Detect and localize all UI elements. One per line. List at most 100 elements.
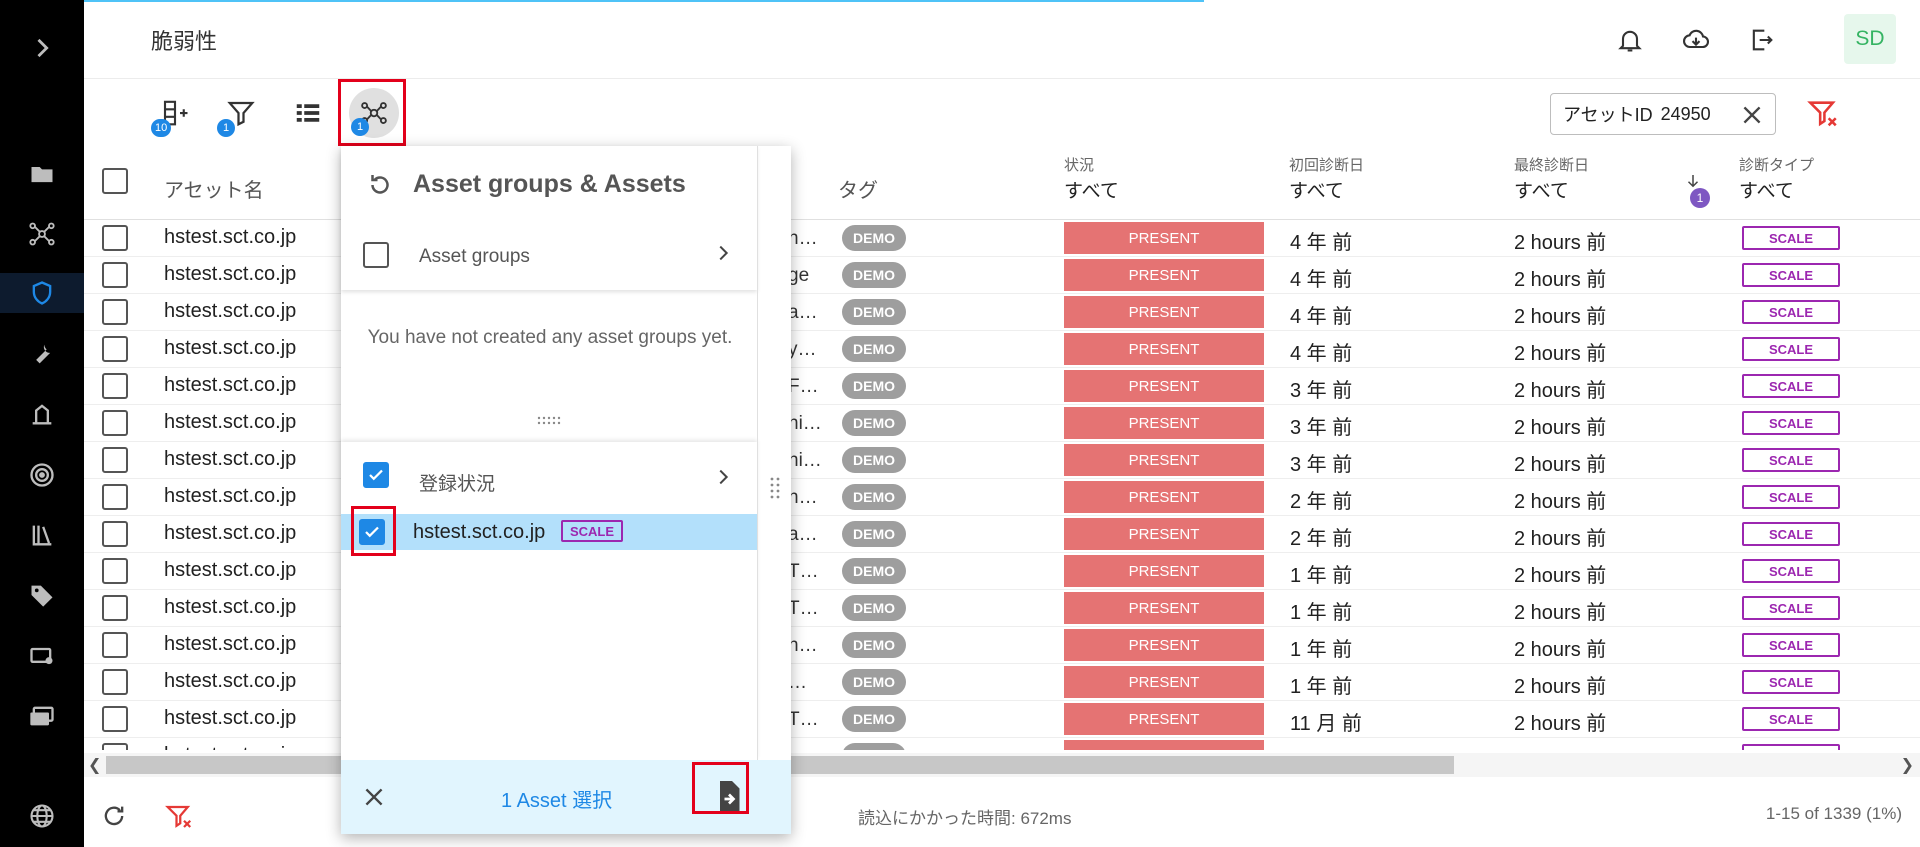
- row-checkbox[interactable]: [102, 262, 128, 288]
- row-checkbox[interactable]: [102, 669, 128, 695]
- column-last-diagnosis-filter[interactable]: すべて: [1514, 176, 1569, 203]
- truncated-cell: T…: [788, 709, 819, 730]
- resize-grip-icon[interactable]: [769, 476, 781, 502]
- last-diagnosis-cell: 2 hours 前: [1514, 417, 1607, 439]
- asset-name-cell[interactable]: hstest.sct.co.jp: [164, 670, 296, 693]
- row-checkbox[interactable]: [102, 299, 128, 325]
- folder-icon[interactable]: [22, 154, 62, 194]
- row-checkbox[interactable]: [102, 336, 128, 362]
- globe-icon[interactable]: [22, 796, 62, 836]
- registration-status-checkbox[interactable]: [363, 462, 389, 488]
- first-diagnosis-cell: 4 年 前: [1290, 343, 1353, 365]
- row-checkbox[interactable]: [102, 595, 128, 621]
- panel-close-icon[interactable]: [361, 784, 387, 810]
- cloud-download-icon[interactable]: [1676, 20, 1716, 60]
- scroll-right-icon[interactable]: ❯: [1901, 755, 1914, 775]
- demo-tag-badge: DEMO: [842, 669, 906, 695]
- network-icon[interactable]: [22, 214, 62, 254]
- registration-chevron-right-icon[interactable]: [712, 466, 734, 488]
- asset-name-cell[interactable]: hstest.sct.co.jp: [164, 596, 296, 619]
- asset-name-cell[interactable]: hstest.sct.co.jp: [164, 300, 296, 323]
- row-checkbox[interactable]: [102, 447, 128, 473]
- asset-groups-checkbox[interactable]: [363, 242, 389, 268]
- asset-name-cell[interactable]: hstest.sct.co.jp: [164, 374, 296, 397]
- row-checkbox[interactable]: [102, 521, 128, 547]
- tool-icon[interactable]: [22, 394, 62, 434]
- asset-name-cell[interactable]: hstest.sct.co.jp: [164, 485, 296, 508]
- bell-icon[interactable]: [1610, 20, 1650, 60]
- asset-id-filter-chip[interactable]: アセットID 24950: [1550, 93, 1776, 135]
- status-badge: PRESENT: [1064, 407, 1264, 439]
- demo-tag-badge: DEMO: [842, 336, 906, 362]
- row-checkbox[interactable]: [102, 558, 128, 584]
- selected-count-text: 1 Asset 選択: [501, 790, 613, 812]
- refresh-icon[interactable]: [100, 802, 128, 830]
- column-diagnosis-type-filter[interactable]: すべて: [1739, 176, 1794, 203]
- diagnosis-type-badge: SCALE: [1742, 337, 1840, 361]
- billing-icon[interactable]: [22, 636, 62, 676]
- row-checkbox[interactable]: [102, 225, 128, 251]
- target-icon[interactable]: [22, 455, 62, 495]
- expand-nav-icon[interactable]: [22, 28, 62, 68]
- avatar[interactable]: SD: [1844, 14, 1896, 64]
- select-all-checkbox[interactable]: [102, 168, 128, 194]
- last-diagnosis-cell: 2 hours 前: [1514, 491, 1607, 513]
- column-first-diagnosis-filter[interactable]: すべて: [1289, 176, 1344, 203]
- column-tag[interactable]: タグ: [838, 174, 878, 203]
- row-checkbox[interactable]: [102, 743, 128, 750]
- asset-name-cell[interactable]: hstest.sct.co.jp: [164, 263, 296, 286]
- selected-asset-row[interactable]: [341, 514, 757, 550]
- diagnosis-type-badge: SCALE: [1742, 485, 1840, 509]
- row-checkbox[interactable]: [102, 706, 128, 732]
- list-view-button[interactable]: [284, 89, 332, 137]
- asset-name-cell[interactable]: hstest.sct.co.jp: [164, 226, 296, 249]
- chip-close-icon[interactable]: [1739, 102, 1765, 128]
- tag-icon[interactable]: [22, 575, 62, 615]
- row-checkbox[interactable]: [102, 373, 128, 399]
- diagnosis-type-badge: SCALE: [1742, 300, 1840, 324]
- asset-name-cell[interactable]: hstest.sct.co.jp: [164, 522, 296, 545]
- asset-name-cell[interactable]: hstest.sct.co.jp: [164, 559, 296, 582]
- row-checkbox[interactable]: [102, 484, 128, 510]
- asset-name-cell[interactable]: hstest.sct.co.jp: [164, 744, 296, 750]
- vulnerability-shield-icon[interactable]: [0, 273, 84, 313]
- registration-status-label[interactable]: 登録状況: [419, 469, 495, 496]
- asset-name-cell[interactable]: hstest.sct.co.jp: [164, 448, 296, 471]
- last-diagnosis-cell: 2 hours 前: [1514, 639, 1607, 661]
- demo-tag-badge: DEMO: [842, 595, 906, 621]
- diagnosis-type-badge: SCALE: [1742, 226, 1840, 250]
- asset-groups-label[interactable]: Asset groups: [419, 246, 530, 268]
- diagnosis-type-badge: SCALE: [1742, 633, 1840, 657]
- library-icon[interactable]: [22, 515, 62, 555]
- first-diagnosis-cell: 4 年 前: [1290, 306, 1353, 328]
- row-checkbox[interactable]: [102, 632, 128, 658]
- filter-button[interactable]: 1: [217, 89, 265, 137]
- panel-reset-icon[interactable]: [365, 170, 395, 200]
- first-diagnosis-cell: 3 年 前: [1290, 454, 1353, 476]
- asset-name-cell[interactable]: hstest.sct.co.jp: [164, 337, 296, 360]
- footer-clear-filters-icon[interactable]: [164, 802, 194, 832]
- drag-handle-icon[interactable]: [537, 416, 563, 426]
- last-diagnosis-cell: 2 hours 前: [1514, 744, 1606, 750]
- wrench-icon[interactable]: [22, 334, 62, 374]
- asset-name-cell[interactable]: hstest.sct.co.jp: [164, 633, 296, 656]
- diagnosis-type-badge: SCALE: [1742, 744, 1840, 750]
- last-diagnosis-cell: 2 hours 前: [1514, 306, 1607, 328]
- logout-icon[interactable]: [1742, 20, 1782, 60]
- row-checkbox[interactable]: [102, 410, 128, 436]
- demo-tag-badge: DEMO: [842, 447, 906, 473]
- add-asset-button[interactable]: 10: [151, 89, 199, 137]
- first-diagnosis-cell: 2 年 前: [1290, 491, 1353, 513]
- last-diagnosis-cell: 2 hours 前: [1514, 528, 1607, 550]
- chevron-right-icon[interactable]: [712, 242, 734, 264]
- demo-tag-badge: DEMO: [842, 410, 906, 436]
- asset-name-cell[interactable]: hstest.sct.co.jp: [164, 411, 296, 434]
- asset-chip-label: アセットID: [1563, 105, 1653, 125]
- column-asset-name[interactable]: アセット名: [164, 174, 264, 203]
- column-status-filter[interactable]: すべて: [1064, 176, 1119, 203]
- column-diagnosis-type-label: 診断タイプ: [1739, 157, 1815, 174]
- asset-name-cell[interactable]: hstest.sct.co.jp: [164, 707, 296, 730]
- scroll-left-icon[interactable]: ❮: [88, 755, 101, 775]
- clear-filters-icon[interactable]: [1806, 97, 1840, 131]
- payments-icon[interactable]: [22, 696, 62, 736]
